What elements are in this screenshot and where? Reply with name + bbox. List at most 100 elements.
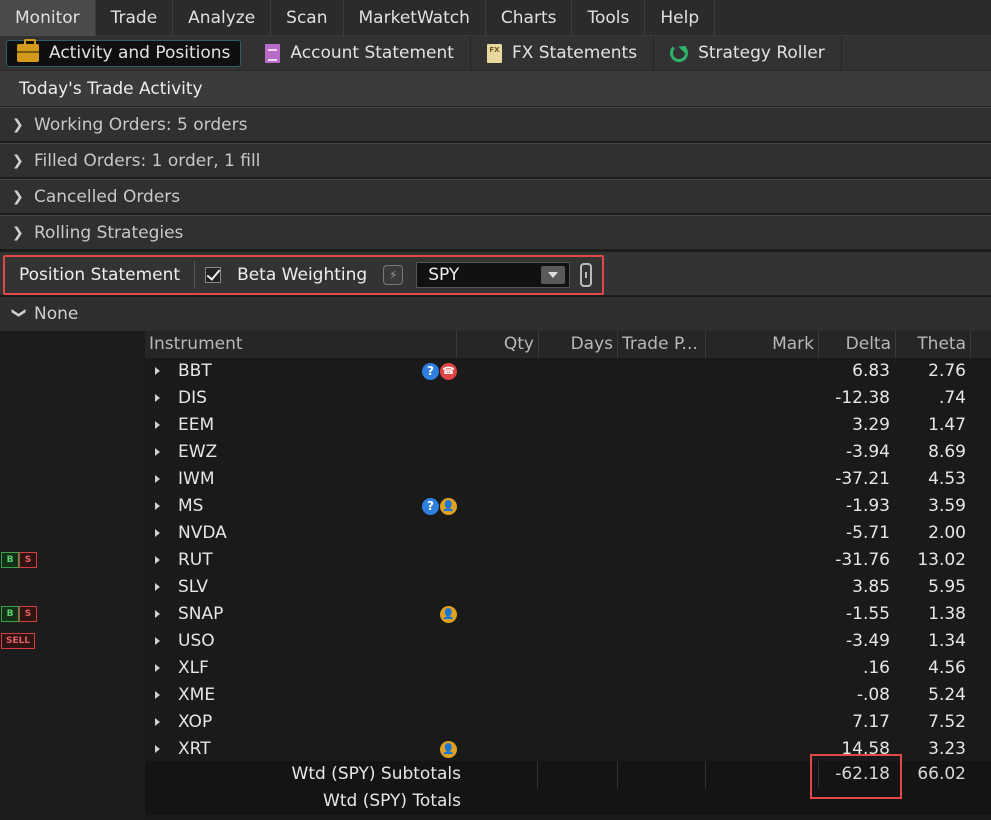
expand-triangle-icon[interactable] [155, 421, 160, 429]
delta-value: 3.85 [852, 577, 890, 597]
question-icon[interactable]: ? [422, 498, 439, 515]
buy-sell-marker: B S [1, 552, 37, 568]
cancelled-orders-section[interactable]: ❯ Cancelled Orders [0, 179, 991, 214]
working-orders-section[interactable]: ❯ Working Orders: 5 orders [0, 107, 991, 142]
phone-icon[interactable]: ☎ [440, 363, 457, 380]
expand-triangle-icon[interactable] [155, 637, 160, 645]
position-statement-label[interactable]: Position Statement [5, 261, 196, 289]
table-row[interactable]: XOP 7.17 7.52 [145, 709, 991, 736]
table-row[interactable]: XLF .16 4.56 [145, 655, 991, 682]
tab-fx-statements[interactable]: FX FX Statements [471, 35, 655, 71]
delta-value: 6.83 [852, 361, 890, 381]
menu-monitor[interactable]: Monitor [0, 0, 96, 36]
subtotal-theta: 66.02 [917, 764, 966, 784]
menu-charts[interactable]: Charts [486, 0, 573, 36]
table-row[interactable]: EEM 3.29 1.47 [145, 412, 991, 439]
buy-sell-marker: B S [1, 606, 37, 622]
expand-triangle-icon[interactable] [155, 448, 160, 456]
tab-label: Strategy Roller [698, 43, 825, 63]
header-theta[interactable]: Theta [896, 331, 971, 358]
menu-filler [715, 0, 991, 35]
theta-value: 5.24 [928, 685, 966, 705]
table-row[interactable]: EWZ -3.94 8.69 [145, 439, 991, 466]
highlight-box [810, 754, 902, 799]
header-mark[interactable]: Mark [706, 331, 819, 358]
expand-triangle-icon[interactable] [155, 718, 160, 726]
lightning-icon[interactable]: ⚡︎ [383, 265, 404, 285]
delta-value: -.08 [856, 685, 890, 705]
question-icon[interactable]: ? [422, 363, 439, 380]
expand-triangle-icon[interactable] [155, 745, 160, 753]
table-row[interactable]: IWM -37.21 4.53 [145, 466, 991, 493]
instrument-symbol: XOP [178, 712, 213, 732]
expand-triangle-icon[interactable] [155, 583, 160, 591]
instrument-symbol: DIS [178, 388, 207, 408]
delta-value: -31.76 [835, 550, 890, 570]
instrument-symbol: XRT [178, 739, 211, 759]
tab-account-statement[interactable]: Account Statement [249, 35, 471, 71]
theta-value: 2.76 [928, 361, 966, 381]
refresh-icon [670, 44, 689, 62]
table-row[interactable]: USO -3.49 1.34 [145, 628, 991, 655]
tab-label: Account Statement [290, 43, 454, 63]
menu-tools[interactable]: Tools [572, 0, 646, 36]
expand-triangle-icon[interactable] [155, 691, 160, 699]
table-row[interactable]: MS 👤? -1.93 3.59 [145, 493, 991, 520]
filled-orders-section[interactable]: ❯ Filled Orders: 1 order, 1 fill [0, 143, 991, 178]
tab-strategy-roller[interactable]: Strategy Roller [654, 35, 842, 71]
header-instrument[interactable]: Instrument [145, 331, 457, 358]
column-divider [705, 761, 706, 788]
instrument-symbol: EWZ [178, 442, 218, 462]
table-row[interactable]: DIS -12.38 .74 [145, 385, 991, 412]
table-row[interactable]: SLV 3.85 5.95 [145, 574, 991, 601]
person-icon[interactable]: 👤 [440, 606, 457, 623]
person-icon[interactable]: 👤 [440, 741, 457, 758]
menu-help[interactable]: Help [645, 0, 716, 36]
expand-triangle-icon[interactable] [155, 367, 160, 375]
expand-triangle-icon[interactable] [155, 475, 160, 483]
person-icon[interactable]: 👤 [440, 498, 457, 515]
expand-triangle-icon[interactable] [155, 502, 160, 510]
instrument-symbol: SLV [178, 577, 209, 597]
rolling-strategies-section[interactable]: ❯ Rolling Strategies [0, 215, 991, 250]
expand-triangle-icon[interactable] [155, 664, 160, 672]
theta-value: 1.34 [928, 631, 966, 651]
table-row[interactable]: RUT -31.76 13.02 [145, 547, 991, 574]
chevron-down-icon[interactable] [541, 266, 566, 284]
expand-triangle-icon[interactable] [155, 529, 160, 537]
group-label: None [34, 304, 79, 324]
total-label: Wtd (SPY) Totals [323, 791, 461, 811]
theta-value: 1.38 [928, 604, 966, 624]
theta-value: .74 [938, 388, 966, 408]
delta-value: -1.55 [846, 604, 890, 624]
group-none-row[interactable]: ❯ None [0, 297, 991, 331]
header-trade-price[interactable]: Trade P... [618, 331, 706, 358]
beta-symbol-value: SPY [428, 265, 460, 285]
beta-symbol-select[interactable]: SPY [416, 262, 571, 288]
theta-value: 8.69 [928, 442, 966, 462]
menu-scan[interactable]: Scan [271, 0, 344, 36]
tab-activity-and-positions[interactable]: Activity and Positions [6, 39, 242, 67]
column-divider [537, 761, 538, 788]
expand-triangle-icon[interactable] [155, 556, 160, 564]
instrument-symbol: EEM [178, 415, 215, 435]
link-icon[interactable] [580, 263, 593, 287]
theta-value: 4.56 [928, 658, 966, 678]
header-days[interactable]: Days [539, 331, 618, 358]
menu-marketwatch[interactable]: MarketWatch [344, 0, 486, 36]
table-row[interactable]: SNAP 👤 -1.55 1.38 [145, 601, 991, 628]
section-label: Cancelled Orders [34, 186, 181, 207]
expand-triangle-icon[interactable] [155, 610, 160, 618]
delta-value: -3.49 [846, 631, 890, 651]
theta-value: 1.47 [928, 415, 966, 435]
table-row[interactable]: BBT ☎? 6.83 2.76 [145, 358, 991, 385]
table-row[interactable]: NVDA -5.71 2.00 [145, 520, 991, 547]
header-delta[interactable]: Delta [819, 331, 896, 358]
menu-trade[interactable]: Trade [96, 0, 174, 36]
table-row[interactable]: XME -.08 5.24 [145, 682, 991, 709]
menu-analyze[interactable]: Analyze [173, 0, 272, 36]
chevron-right-icon: ❯ [12, 116, 24, 133]
beta-weighting-checkbox[interactable] [205, 267, 222, 283]
expand-triangle-icon[interactable] [155, 394, 160, 402]
header-qty[interactable]: Qty [457, 331, 539, 358]
